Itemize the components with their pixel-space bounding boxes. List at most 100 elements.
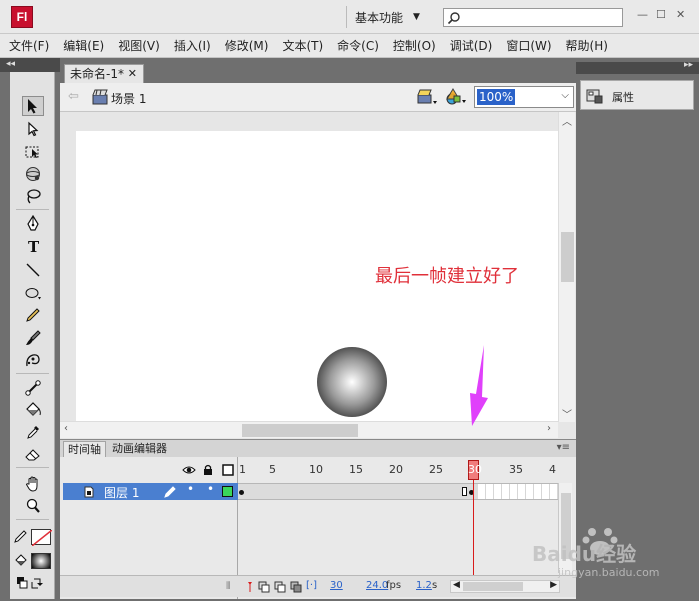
layer-outline-color[interactable] bbox=[222, 486, 233, 497]
keyframe-start[interactable] bbox=[239, 490, 244, 495]
properties-icon bbox=[586, 89, 603, 104]
edit-symbols-button[interactable] bbox=[445, 87, 467, 107]
horizontal-scroll-thumb[interactable] bbox=[242, 424, 358, 437]
search-icon bbox=[447, 12, 460, 25]
frame-rate[interactable]: 24.0 bbox=[366, 580, 388, 591]
menu-commands[interactable]: 命令(C) bbox=[337, 37, 379, 54]
subselection-tool[interactable] bbox=[22, 119, 44, 139]
brush-tool[interactable] bbox=[22, 328, 44, 348]
layer-row[interactable]: 图层 1 • • bbox=[63, 482, 238, 500]
scroll-left-icon[interactable]: ◀ bbox=[453, 580, 460, 590]
scroll-down-icon[interactable]: ﹀ bbox=[562, 406, 572, 421]
onion-skin-icon[interactable] bbox=[258, 581, 270, 593]
properties-tab[interactable]: 属性 bbox=[580, 80, 694, 110]
scroll-up-icon[interactable]: ︿ bbox=[562, 113, 572, 128]
flash-logo: Fl bbox=[11, 6, 33, 28]
elapsed-time-unit: s bbox=[432, 580, 438, 591]
text-tool[interactable]: T bbox=[22, 236, 44, 256]
timeline-tab-bar: 时间轴 动画编辑器 ▾≡ bbox=[60, 439, 576, 457]
fill-swatch[interactable] bbox=[31, 553, 51, 569]
ruler-tick: 20 bbox=[389, 463, 403, 476]
scroll-left-icon[interactable]: ‹ bbox=[64, 423, 68, 434]
deco-tool[interactable] bbox=[22, 350, 44, 370]
fill-color-control[interactable] bbox=[14, 552, 54, 570]
panel-menu-icon[interactable]: ▾≡ bbox=[557, 442, 570, 453]
ruler-tick: 35 bbox=[509, 463, 523, 476]
eraser-tool[interactable] bbox=[22, 444, 44, 464]
close-button[interactable]: ✕ bbox=[676, 8, 685, 21]
minimize-button[interactable]: — bbox=[637, 8, 648, 21]
outline-square-icon[interactable] bbox=[222, 464, 234, 476]
zoom-select[interactable]: 100% ⌵ bbox=[474, 86, 574, 108]
visible-dot[interactable]: • bbox=[187, 482, 194, 496]
menu-window[interactable]: 窗口(W) bbox=[506, 37, 551, 54]
free-transform-tool[interactable] bbox=[22, 142, 44, 162]
gradient-ball[interactable] bbox=[317, 347, 387, 417]
lock-dot[interactable]: • bbox=[207, 482, 214, 496]
tab-motion-editor[interactable]: 动画编辑器 bbox=[108, 441, 171, 457]
chevron-down-icon: ⌵ bbox=[561, 90, 569, 101]
fill-bucket-icon bbox=[15, 554, 27, 566]
3d-rotation-tool[interactable] bbox=[22, 164, 44, 184]
onion-outline-icon[interactable] bbox=[274, 581, 286, 593]
menu-file[interactable]: 文件(F) bbox=[9, 37, 49, 54]
center-frame-icon[interactable] bbox=[244, 581, 256, 593]
tab-timeline[interactable]: 时间轴 bbox=[63, 441, 106, 457]
lasso-tool[interactable] bbox=[22, 186, 44, 206]
tool-separator bbox=[16, 209, 49, 210]
menu-help[interactable]: 帮助(H) bbox=[566, 37, 608, 54]
modify-markers-icon[interactable]: [·] bbox=[306, 580, 317, 591]
workspace-label: 基本功能 bbox=[355, 10, 404, 25]
vertical-scroll-thumb[interactable] bbox=[561, 232, 574, 282]
pencil-tool[interactable] bbox=[22, 305, 44, 325]
eye-icon[interactable] bbox=[182, 465, 196, 475]
menu-text[interactable]: 文本(T) bbox=[282, 37, 323, 54]
zoom-tool[interactable] bbox=[22, 496, 44, 516]
edit-multiple-frames-icon[interactable] bbox=[290, 581, 302, 593]
collapse-icon[interactable]: ◂◂ bbox=[6, 57, 15, 71]
bone-tool[interactable] bbox=[22, 378, 44, 398]
maximize-button[interactable]: ☐ bbox=[656, 8, 666, 21]
selection-tool[interactable] bbox=[22, 96, 44, 116]
paint-bucket-icon bbox=[26, 402, 41, 416]
menu-control[interactable]: 控制(O) bbox=[393, 37, 436, 54]
eyedropper-tool[interactable] bbox=[22, 422, 44, 442]
menu-insert[interactable]: 插入(I) bbox=[174, 37, 211, 54]
stroke-swatch[interactable] bbox=[31, 529, 53, 547]
oval-tool[interactable] bbox=[22, 283, 44, 303]
scroll-right-icon[interactable]: › bbox=[547, 423, 551, 434]
paint-bucket-tool[interactable] bbox=[22, 400, 44, 420]
current-frame[interactable]: 30 bbox=[330, 580, 343, 591]
stroke-color-control[interactable] bbox=[14, 528, 54, 547]
hand-icon bbox=[25, 476, 38, 492]
lock-icon[interactable] bbox=[203, 464, 213, 476]
properties-panel-header: ▸▸ bbox=[576, 60, 699, 74]
expand-icon[interactable]: ▸▸ bbox=[684, 60, 693, 70]
frame-row[interactable] bbox=[238, 483, 558, 500]
edit-scene-button[interactable] bbox=[416, 88, 438, 106]
back-arrow-icon[interactable]: ⇦ bbox=[68, 89, 79, 104]
bone-icon bbox=[25, 380, 41, 396]
collapse-icon[interactable]: ⦀ bbox=[226, 581, 230, 592]
menu-debug[interactable]: 调试(D) bbox=[450, 37, 493, 54]
menu-modify[interactable]: 修改(M) bbox=[225, 37, 269, 54]
properties-panel: 属性 bbox=[576, 74, 699, 599]
swap-colors-control[interactable] bbox=[16, 576, 52, 592]
menu-view[interactable]: 视图(V) bbox=[118, 37, 160, 54]
workspace-switcher[interactable]: 基本功能 ▼ bbox=[346, 6, 428, 28]
close-tab-icon[interactable]: ✕ bbox=[128, 65, 137, 83]
scene-label[interactable]: 场景 1 bbox=[111, 90, 146, 107]
hand-tool[interactable] bbox=[22, 474, 44, 494]
arrow-cursor-icon bbox=[28, 99, 37, 114]
menu-bar: 文件(F) 编辑(E) 视图(V) 插入(I) 修改(M) 文本(T) 命令(C… bbox=[0, 34, 699, 58]
document-tab[interactable]: 未命名-1* ✕ bbox=[64, 64, 144, 83]
empty-frames bbox=[478, 484, 558, 499]
pen-tool[interactable] bbox=[22, 214, 44, 234]
vertical-scrollbar[interactable]: ︿ ﹀ bbox=[558, 112, 575, 422]
menu-edit[interactable]: 编辑(E) bbox=[63, 37, 104, 54]
timeline-hscroll-thumb[interactable] bbox=[463, 582, 523, 591]
line-tool[interactable] bbox=[22, 260, 44, 280]
search-input[interactable] bbox=[443, 8, 623, 27]
annotation-text: 最后一帧建立好了 bbox=[375, 266, 519, 287]
annotation-arrow bbox=[470, 345, 488, 426]
